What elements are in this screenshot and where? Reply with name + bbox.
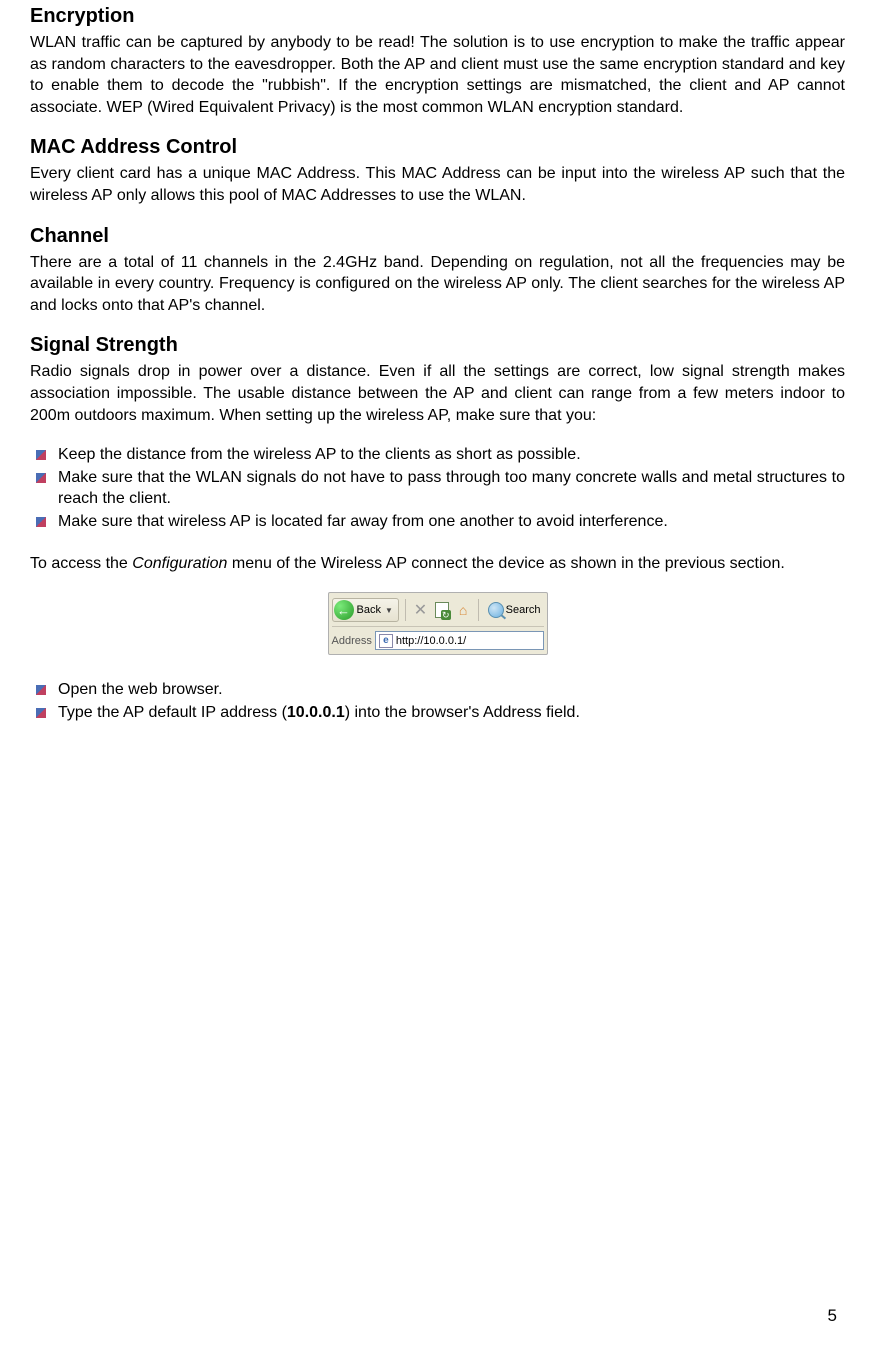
address-label: Address [332, 635, 372, 647]
heading-signal: Signal Strength [30, 334, 845, 357]
access-paragraph: To access the Configuration menu of the … [30, 553, 845, 575]
back-arrow-icon: ← [334, 600, 354, 620]
list-item: Type the AP default IP address (10.0.0.1… [58, 702, 845, 724]
body-encryption: WLAN traffic can be captured by anybody … [30, 32, 845, 118]
search-icon [488, 602, 504, 618]
toolbar-separator [478, 599, 479, 621]
stop-icon[interactable]: ✕ [412, 600, 429, 620]
refresh-icon[interactable] [433, 600, 450, 620]
browser-toolbar: ← Back ▼ ✕ ⌂ Search [332, 596, 544, 627]
body-channel: There are a total of 11 channels in the … [30, 252, 845, 317]
address-input[interactable]: e http://10.0.0.1/ [375, 631, 544, 650]
back-label: Back [357, 604, 381, 616]
back-button[interactable]: ← Back ▼ [332, 598, 399, 622]
page-icon: e [379, 634, 393, 648]
browser-screenshot: ← Back ▼ ✕ ⌂ Search Address e http://10.… [328, 592, 548, 655]
home-icon[interactable]: ⌂ [454, 600, 471, 620]
search-label: Search [506, 604, 541, 616]
heading-mac: MAC Address Control [30, 136, 845, 159]
list-item: Make sure that wireless AP is located fa… [58, 511, 845, 533]
search-button[interactable]: Search [485, 601, 544, 619]
address-bar-row: Address e http://10.0.0.1/ [332, 630, 544, 651]
chevron-down-icon[interactable]: ▼ [385, 606, 393, 615]
signal-bullets: Keep the distance from the wireless AP t… [30, 444, 845, 532]
toolbar-separator [405, 599, 406, 621]
list-item: Make sure that the WLAN signals do not h… [58, 467, 845, 510]
page-number: 5 [828, 1306, 837, 1326]
body-signal: Radio signals drop in power over a dista… [30, 361, 845, 426]
access-bullets: Open the web browser. Type the AP defaul… [30, 679, 845, 723]
heading-encryption: Encryption [30, 5, 845, 28]
heading-channel: Channel [30, 225, 845, 248]
body-mac: Every client card has a unique MAC Addre… [30, 163, 845, 206]
address-value: http://10.0.0.1/ [396, 635, 466, 647]
list-item: Keep the distance from the wireless AP t… [58, 444, 845, 466]
list-item: Open the web browser. [58, 679, 845, 701]
